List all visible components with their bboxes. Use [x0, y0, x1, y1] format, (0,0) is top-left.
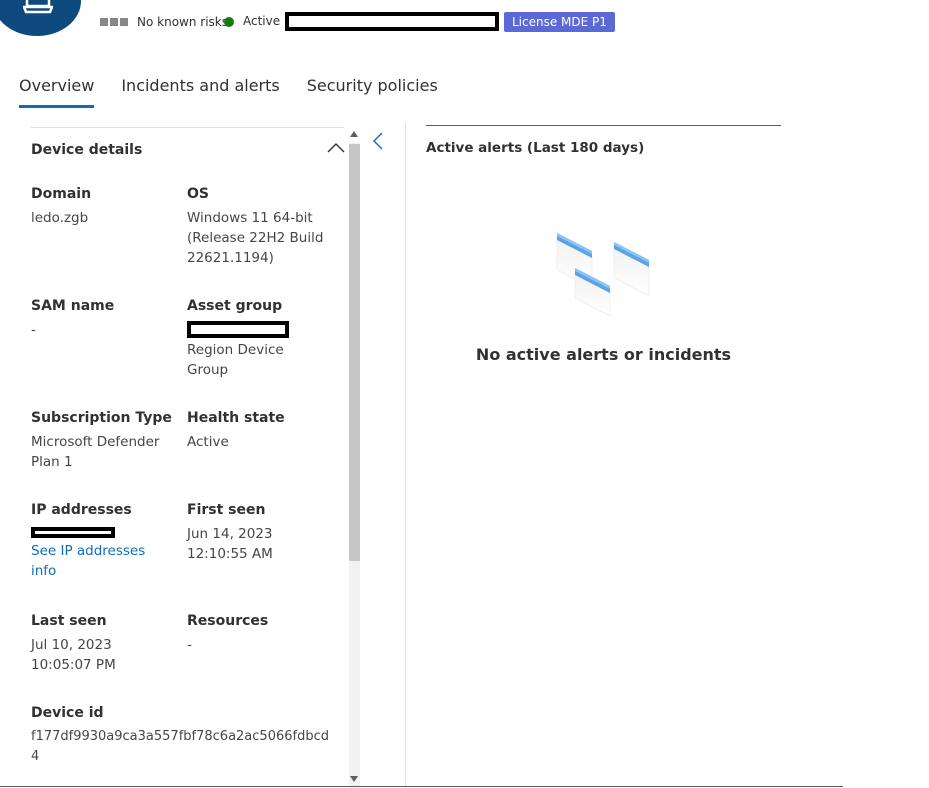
- resources-field: Resources -: [187, 611, 337, 655]
- tab-overview[interactable]: Overview: [19, 76, 95, 108]
- bottom-divider: [0, 786, 843, 787]
- asset-group-value: Region Device Group: [187, 342, 284, 378]
- device-avatar: [0, 0, 81, 36]
- active-status-dot: [224, 17, 234, 27]
- scrollbar-thumb[interactable]: [349, 144, 360, 561]
- risk-level-indicator: [100, 18, 128, 27]
- os-field: OS Windows 11 64-bit (Release 22H2 Build…: [187, 184, 347, 268]
- risk-status: No known risks: [137, 15, 228, 29]
- scroll-down-arrow-icon[interactable]: [350, 776, 358, 782]
- laptop-icon: [23, 0, 53, 14]
- subscription-type-field: Subscription Type Microsoft Defender Pla…: [31, 408, 181, 472]
- domain-field: Domain ledo.zgb: [31, 184, 181, 228]
- section-title: Device details: [31, 142, 143, 158]
- health-state-value: Active: [187, 434, 229, 450]
- tab-security-policies[interactable]: Security policies: [307, 76, 438, 108]
- redacted-ip-address: [31, 527, 115, 538]
- see-ip-addresses-link[interactable]: See IP addresses info: [31, 541, 181, 581]
- first-seen-label: First seen: [187, 502, 266, 518]
- panel-divider: [405, 124, 406, 788]
- subscription-type-label: Subscription Type: [31, 410, 172, 426]
- asset-group-label: Asset group: [187, 298, 283, 314]
- asset-group-field: Asset group Region Device Group: [187, 296, 347, 380]
- sam-name-field: SAM name -: [31, 296, 181, 340]
- first-seen-field: First seen Jun 14, 2023 12:10:55 AM: [187, 500, 337, 564]
- os-value: Windows 11 64-bit (Release 22H2 Build 22…: [187, 210, 324, 266]
- domain-value: ledo.zgb: [31, 210, 89, 226]
- device-status: Active: [243, 14, 281, 28]
- tab-bar: Overview Incidents and alerts Security p…: [19, 76, 438, 108]
- empty-cards-illustration-icon: [556, 233, 650, 316]
- section-divider: [31, 127, 344, 128]
- alerts-panel-title: Active alerts (Last 180 days): [426, 140, 645, 156]
- device-id-label: Device id: [31, 705, 104, 721]
- ip-addresses-label: IP addresses: [31, 502, 132, 518]
- empty-state-message: No active alerts or incidents: [475, 345, 732, 364]
- resources-label: Resources: [187, 613, 269, 629]
- first-seen-value: Jun 14, 2023 12:10:55 AM: [187, 526, 273, 562]
- scroll-up-arrow-icon[interactable]: [350, 131, 358, 137]
- details-scrollbar[interactable]: [347, 128, 361, 788]
- last-seen-field: Last seen Jul 10, 2023 10:05:07 PM: [31, 611, 181, 675]
- device-details-panel: Device details Domain ledo.zgb OS Window…: [0, 124, 365, 788]
- tab-incidents-and-alerts[interactable]: Incidents and alerts: [121, 76, 279, 108]
- license-badge: License MDE P1: [504, 12, 615, 32]
- resources-value: -: [187, 637, 192, 653]
- device-id-value: f177df9930a9ca3a557fbf78c6a2ac5066fdbcd …: [31, 729, 329, 764]
- redacted-device-name: [285, 12, 499, 31]
- alerts-top-rule: [426, 125, 781, 126]
- subscription-type-value: Microsoft Defender Plan 1: [31, 434, 160, 470]
- sam-name-label: SAM name: [31, 298, 115, 314]
- ip-addresses-field: IP addresses See IP addresses info: [31, 500, 181, 581]
- chevron-left-icon[interactable]: [372, 132, 384, 150]
- last-seen-label: Last seen: [31, 613, 107, 629]
- last-seen-value: Jul 10, 2023 10:05:07 PM: [31, 637, 116, 673]
- sam-name-value: -: [31, 322, 36, 338]
- chevron-up-icon[interactable]: [327, 142, 345, 154]
- health-state-label: Health state: [187, 410, 285, 426]
- health-state-field: Health state Active: [187, 408, 337, 452]
- redacted-asset-group: [187, 321, 289, 338]
- device-id-field: Device id f177df9930a9ca3a557fbf78c6a2ac…: [31, 703, 331, 767]
- domain-label: Domain: [31, 186, 92, 202]
- os-label: OS: [187, 186, 209, 202]
